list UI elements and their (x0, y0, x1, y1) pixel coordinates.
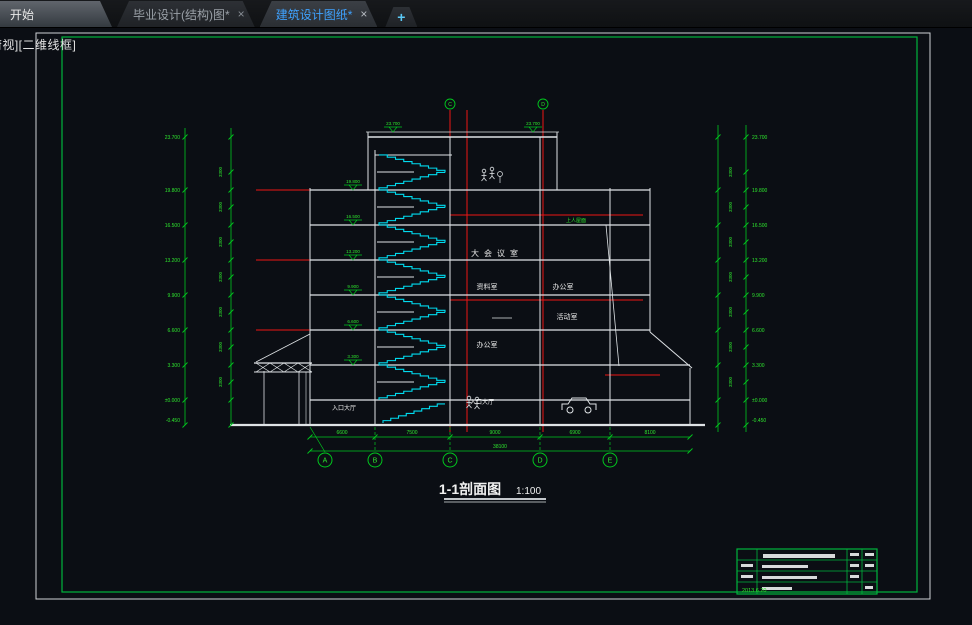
tab-doc-structure[interactable]: 毕业设计(结构)图* × (117, 1, 255, 27)
svg-text:3300: 3300 (728, 271, 733, 282)
cad-canvas[interactable]: [俯视][二维线框] 23.700 19.800 16.500 13.200 9.900… (0, 0, 972, 625)
svg-text:入口大厅: 入口大厅 (470, 398, 494, 406)
svg-text:E: E (608, 458, 613, 465)
svg-text:±0.000: ±0.000 (752, 398, 767, 404)
svg-text:3300: 3300 (218, 236, 223, 247)
svg-text:19.800: 19.800 (346, 179, 360, 184)
svg-text:9.900: 9.900 (347, 284, 359, 289)
svg-text:23.700: 23.700 (386, 121, 400, 126)
tab-label: 开始 (10, 7, 35, 22)
dimensions: 23.700 19.800 16.500 13.200 9.900 6.600 3.300 ±… (165, 98, 768, 468)
svg-text:入口大厅: 入口大厅 (332, 404, 356, 412)
svg-text:-0.450: -0.450 (752, 418, 766, 424)
svg-text:3300: 3300 (728, 376, 733, 387)
svg-text:3300: 3300 (728, 201, 733, 212)
svg-text:6.600: 6.600 (347, 319, 359, 324)
title-block: 2013.6.20 (736, 548, 878, 595)
svg-text:3.300: 3.300 (167, 363, 180, 369)
svg-text:23.700: 23.700 (752, 135, 768, 141)
svg-text:8100: 8100 (644, 430, 655, 436)
svg-text:1:100: 1:100 (516, 486, 541, 497)
level-lines (256, 110, 660, 432)
svg-text:3300: 3300 (218, 166, 223, 177)
svg-text:3.300: 3.300 (752, 363, 765, 369)
svg-text:16.500: 16.500 (165, 223, 181, 229)
svg-text:3300: 3300 (218, 376, 223, 387)
svg-text:2013.6.20: 2013.6.20 (742, 588, 766, 594)
svg-text:3300: 3300 (728, 306, 733, 317)
stairs (378, 154, 446, 423)
svg-text:D: D (537, 458, 542, 465)
viewport-label[interactable]: [俯视][二维线框] (0, 36, 76, 53)
close-icon[interactable]: × (238, 8, 245, 20)
svg-text:19.800: 19.800 (752, 188, 768, 194)
svg-text:±0.000: ±0.000 (165, 398, 180, 404)
svg-text:38100: 38100 (493, 444, 507, 450)
svg-text:6600: 6600 (336, 430, 347, 436)
svg-text:D: D (541, 102, 545, 108)
new-tab-button[interactable]: + (385, 7, 417, 27)
svg-text:6900: 6900 (569, 430, 580, 436)
svg-text:3300: 3300 (728, 236, 733, 247)
svg-text:3300: 3300 (218, 306, 223, 317)
svg-text:3300: 3300 (218, 341, 223, 352)
tab-label: 建筑设计图纸* (275, 7, 353, 22)
svg-text:3300: 3300 (218, 201, 223, 212)
svg-text:23.700: 23.700 (165, 135, 181, 141)
svg-text:3300: 3300 (728, 341, 733, 352)
svg-text:C: C (448, 102, 452, 108)
svg-text:3300: 3300 (218, 271, 223, 282)
svg-text:7500: 7500 (406, 430, 417, 436)
sheet-frame (35, 32, 931, 600)
svg-text:6.600: 6.600 (752, 328, 765, 334)
svg-text:9.900: 9.900 (167, 293, 180, 299)
svg-text:1-1剖面图: 1-1剖面图 (439, 481, 501, 497)
svg-text:C: C (447, 458, 452, 465)
close-icon[interactable]: × (360, 8, 367, 20)
tab-start[interactable]: 开始 (0, 1, 112, 27)
section-drawing: 23.700 19.800 16.500 13.200 9.900 6.600 3.300 ±… (35, 32, 931, 600)
svg-text:办公室: 办公室 (553, 282, 574, 291)
svg-text:资料室: 资料室 (477, 282, 498, 291)
svg-text:23.700: 23.700 (526, 121, 540, 126)
svg-text:13.200: 13.200 (346, 249, 360, 254)
svg-text:16.500: 16.500 (346, 214, 360, 219)
svg-text:3300: 3300 (728, 166, 733, 177)
svg-text:3.300: 3.300 (347, 354, 359, 359)
svg-text:9000: 9000 (489, 430, 500, 436)
svg-text:上人屋面: 上人屋面 (566, 217, 586, 224)
tab-label: 毕业设计(结构)图* (133, 7, 230, 22)
document-tab-bar: 开始 毕业设计(结构)图* × 建筑设计图纸* × + (0, 0, 972, 28)
svg-text:16.500: 16.500 (752, 223, 768, 229)
svg-text:13.200: 13.200 (752, 258, 768, 264)
svg-text:活动室: 活动室 (557, 312, 578, 321)
svg-text:A: A (323, 458, 328, 465)
svg-text:13.200: 13.200 (165, 258, 181, 264)
svg-text:B: B (373, 458, 378, 465)
svg-text:办公室: 办公室 (477, 340, 498, 349)
svg-text:6.600: 6.600 (167, 328, 180, 334)
tab-doc-architecture[interactable]: 建筑设计图纸* × (260, 1, 378, 27)
svg-text:大会议室: 大会议室 (471, 248, 523, 258)
plus-icon: + (397, 9, 406, 25)
svg-text:-0.450: -0.450 (166, 418, 180, 424)
svg-text:9.900: 9.900 (752, 293, 765, 299)
svg-text:19.800: 19.800 (165, 188, 181, 194)
